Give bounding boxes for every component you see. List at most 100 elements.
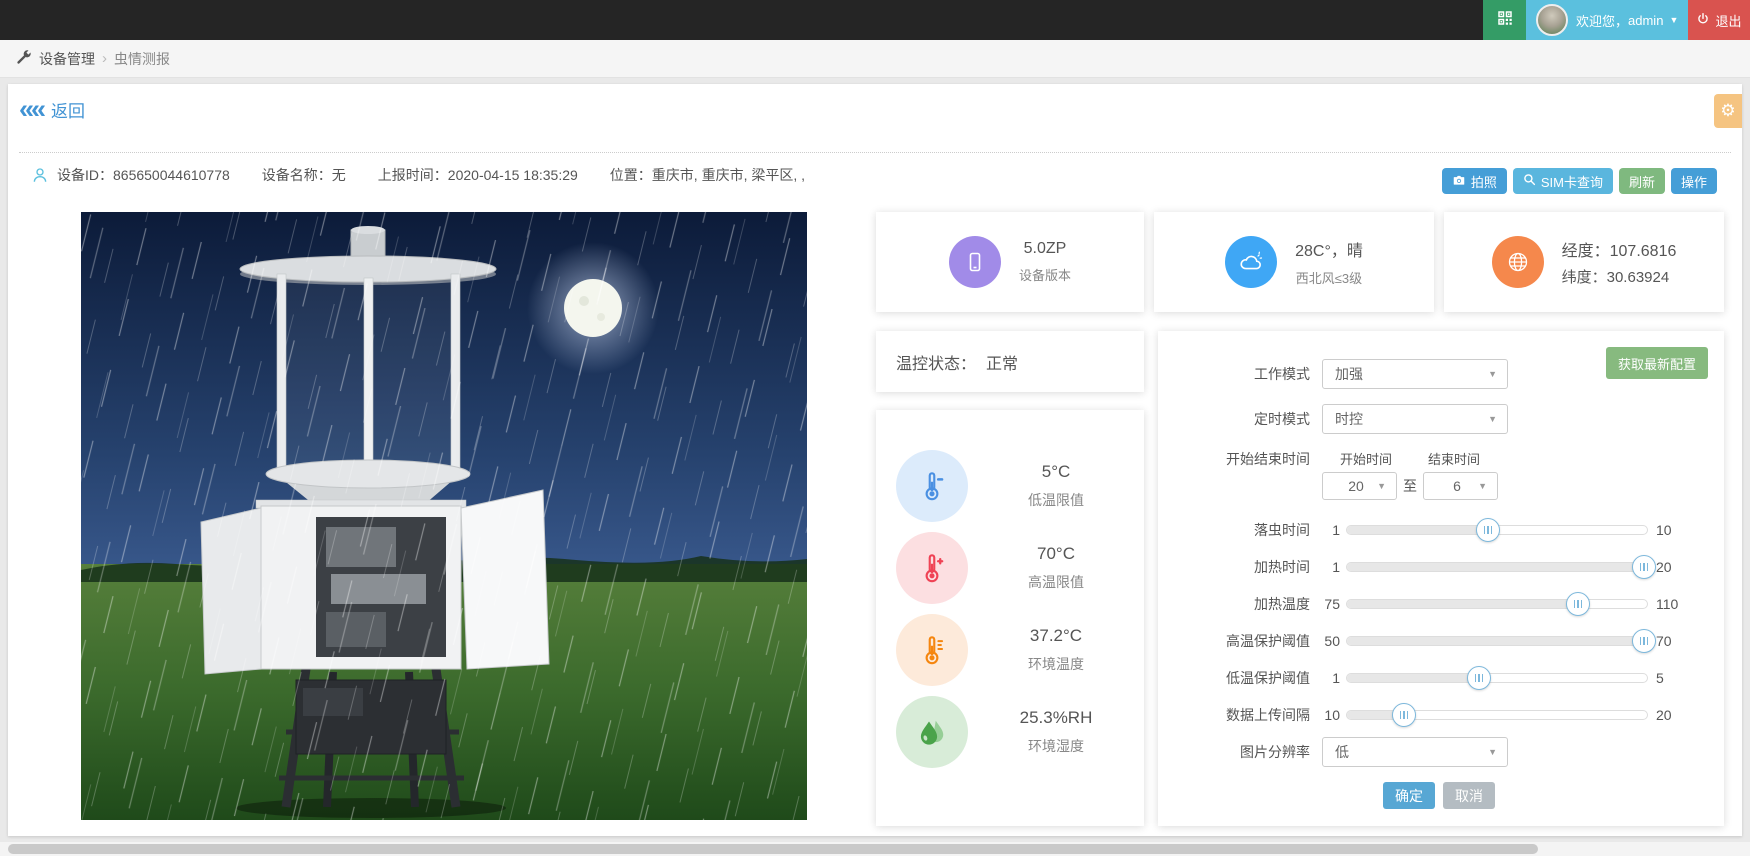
- device-version-label: 设备版本: [1019, 265, 1071, 284]
- qr-code-icon: [1496, 9, 1514, 32]
- cancel-button[interactable]: 取消: [1443, 782, 1495, 809]
- power-icon: [1696, 12, 1710, 29]
- device-location: 位置：重庆市, 重庆市, 梁平区, ,: [610, 165, 805, 185]
- heat-temp-slider[interactable]: [1346, 599, 1648, 609]
- low-temp-protect-field: 低温保护阈值 1 5: [1170, 659, 1708, 696]
- refresh-button[interactable]: 刷新: [1619, 168, 1665, 194]
- drop-time-slider[interactable]: [1346, 525, 1648, 535]
- high-temp-protect-label: 高温保护阈值: [1170, 631, 1310, 651]
- slider-handle[interactable]: [1566, 592, 1590, 616]
- wrench-icon: [16, 49, 32, 68]
- cloud-icon: [1225, 236, 1277, 288]
- back-label: 返回: [51, 97, 85, 122]
- slider-handle[interactable]: [1392, 703, 1416, 727]
- back-button[interactable]: «« 返回: [19, 96, 85, 123]
- device-version-card: 5.0ZP 设备版本: [876, 212, 1144, 312]
- drop-time-field: 落虫时间 1 10: [1170, 511, 1708, 548]
- horizontal-scrollbar[interactable]: [0, 842, 1750, 856]
- photo-button[interactable]: 拍照: [1442, 168, 1507, 194]
- scrollbar-thumb[interactable]: [8, 844, 1538, 854]
- slider-max: 10: [1656, 522, 1672, 538]
- ambient-humidity-label: 环境湿度: [968, 736, 1144, 756]
- high-temp-protect-slider[interactable]: [1346, 636, 1648, 646]
- ambient-temp-value: 37.2°C: [968, 626, 1144, 646]
- breadcrumb-section[interactable]: 设备管理: [39, 49, 95, 69]
- low-temp-protect-slider[interactable]: [1346, 673, 1648, 683]
- gear-icon: ⚙: [1720, 101, 1735, 121]
- slider-max: 110: [1656, 596, 1678, 612]
- avatar[interactable]: [1536, 4, 1568, 36]
- resolution-select[interactable]: 低 ▼: [1322, 737, 1508, 767]
- slider-min: 1: [1322, 522, 1340, 538]
- droplet-icon: [896, 696, 968, 768]
- heat-time-label: 加热时间: [1170, 557, 1310, 577]
- topbar: 欢迎您， admin ▼ 退出: [0, 0, 1750, 40]
- low-temp-protect-label: 低温保护阈值: [1170, 668, 1310, 688]
- thermometer-low-icon: [896, 450, 968, 522]
- timer-mode-label: 定时模式: [1170, 409, 1310, 429]
- time-range-label: 开始结束时间: [1170, 449, 1310, 469]
- wind-value: 西北风≤3级: [1295, 268, 1363, 287]
- fetch-latest-config-button[interactable]: 获取最新配置: [1606, 347, 1708, 379]
- low-temp-limit-value: 5°C: [968, 462, 1144, 482]
- chevron-down-icon: ▼: [1478, 481, 1487, 491]
- thermometer-ambient-icon: [896, 614, 968, 686]
- status-value: 正常: [986, 350, 1018, 374]
- chevron-down-icon: ▼: [1669, 15, 1678, 25]
- operate-button[interactable]: 操作: [1671, 168, 1717, 194]
- user-icon: [31, 166, 49, 184]
- chevron-down-icon: ▼: [1377, 481, 1386, 491]
- breadcrumb-separator: ›: [102, 50, 107, 67]
- slider-min: 1: [1322, 670, 1340, 686]
- timer-mode-select[interactable]: 时控 ▼: [1322, 404, 1508, 434]
- start-time-select[interactable]: 20 ▼: [1322, 472, 1397, 500]
- high-temp-limit-value: 70°C: [968, 544, 1144, 564]
- chevron-down-icon: ▼: [1488, 747, 1497, 757]
- slider-handle[interactable]: [1467, 666, 1491, 690]
- end-time-select[interactable]: 6 ▼: [1423, 472, 1498, 500]
- device-id: 设备ID：865650044610778: [57, 165, 230, 185]
- latitude-value: 纬度：30.63924: [1562, 266, 1677, 287]
- end-time-label: 结束时间: [1410, 449, 1498, 468]
- slider-min: 50: [1322, 633, 1340, 649]
- slider-handle[interactable]: [1632, 629, 1656, 653]
- ambient-temp-row: 37.2°C 环境温度: [896, 614, 1144, 686]
- camera-icon: [1452, 173, 1466, 190]
- weather-value: 28C°，晴: [1295, 237, 1363, 261]
- welcome-text: 欢迎您，: [1576, 11, 1628, 30]
- timer-mode-field: 定时模式 时控 ▼: [1170, 404, 1708, 434]
- sim-query-button[interactable]: SIM卡查询: [1513, 168, 1613, 194]
- confirm-button[interactable]: 确定: [1383, 782, 1435, 809]
- ambient-humidity-row: 25.3%RH 环境湿度: [896, 696, 1144, 768]
- work-mode-select[interactable]: 加强 ▼: [1322, 359, 1508, 389]
- qr-code-button[interactable]: [1483, 0, 1526, 40]
- device-config-card: 获取最新配置 工作模式 加强 ▼ 定时模式 时控 ▼ 开始结束时间 开始时间 结…: [1158, 331, 1724, 826]
- work-mode-label: 工作模式: [1170, 364, 1310, 384]
- slider-min: 1: [1322, 559, 1340, 575]
- action-toolbar: 拍照 SIM卡查询 刷新 操作: [1442, 168, 1717, 194]
- high-temp-limit-label: 高温限值: [968, 572, 1144, 592]
- user-menu[interactable]: 欢迎您， admin ▼: [1526, 0, 1688, 40]
- slider-handle[interactable]: [1632, 555, 1656, 579]
- double-chevron-left-icon: ««: [19, 96, 43, 123]
- ambient-temp-label: 环境温度: [968, 654, 1144, 674]
- config-actions: 确定 取消: [1170, 782, 1708, 809]
- sensor-readings-card: 5°C 低温限值 70°C 高温限值 37.2°C 环境温度: [876, 410, 1144, 826]
- settings-gear-button[interactable]: ⚙: [1714, 94, 1742, 128]
- resolution-field: 图片分辨率 低 ▼: [1170, 737, 1708, 767]
- heat-time-field: 加热时间 1 20: [1170, 548, 1708, 585]
- status-label: 温控状态：: [896, 350, 976, 374]
- username: admin: [1628, 13, 1663, 28]
- search-icon: [1523, 173, 1536, 189]
- upload-interval-slider[interactable]: [1346, 710, 1648, 720]
- breadcrumb-current: 虫情测报: [114, 49, 170, 69]
- main-content: «« 返回 ⚙ 设备ID：865650044610778 设备名称：无 上报时间…: [8, 84, 1742, 836]
- temp-control-status-card: 温控状态： 正常: [876, 331, 1144, 392]
- slider-handle[interactable]: [1476, 518, 1500, 542]
- globe-icon: [1492, 236, 1544, 288]
- to-label: 至: [1403, 476, 1417, 496]
- heat-time-slider[interactable]: [1346, 562, 1648, 572]
- geolocation-card: 经度：107.6816 纬度：30.63924: [1444, 212, 1724, 312]
- logout-button[interactable]: 退出: [1688, 0, 1750, 40]
- time-range-field: 开始结束时间 开始时间 结束时间 20 ▼ 至 6 ▼: [1170, 449, 1708, 500]
